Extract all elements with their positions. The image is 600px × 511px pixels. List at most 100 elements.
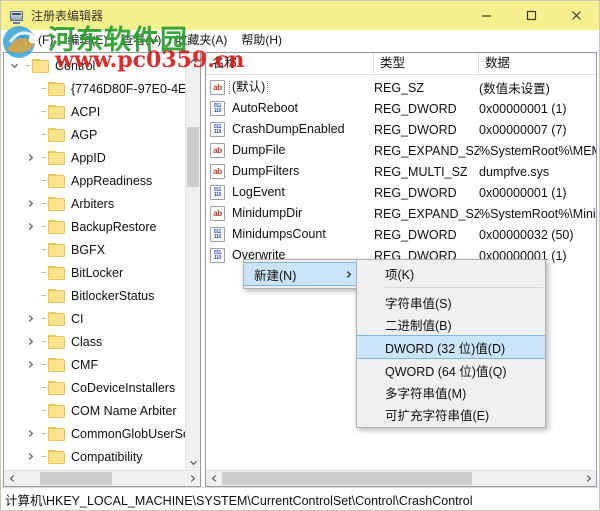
tree-hscroll-thumb[interactable] bbox=[40, 472, 112, 485]
tree-node[interactable]: BGFX bbox=[4, 238, 185, 261]
context-menu-item[interactable]: 项(K) bbox=[357, 262, 545, 284]
tree-connector-line bbox=[38, 387, 48, 388]
tree-connector-line bbox=[38, 433, 48, 434]
maximize-button[interactable] bbox=[509, 1, 554, 30]
menu-help[interactable]: 帮助(H) bbox=[234, 31, 289, 50]
tree-connector-line bbox=[38, 203, 48, 204]
table-row[interactable]: 011 110 LogEvent REG_DWORD 0x00000001 (1) bbox=[206, 182, 596, 203]
tree-scroll-track[interactable] bbox=[186, 69, 200, 454]
chevron-right-icon bbox=[28, 453, 33, 460]
tree-node[interactable]: Compatibility bbox=[4, 445, 185, 468]
table-row[interactable]: ab MinidumpDir REG_EXPAND_SZ %SystemRoot%\M… bbox=[206, 203, 596, 224]
tree-connector-line bbox=[38, 249, 48, 250]
tree-node-label: CI bbox=[71, 311, 84, 326]
menu-favorites[interactable]: 收藏夹(A) bbox=[168, 31, 234, 50]
tree-node[interactable]: ComputerName bbox=[4, 468, 185, 470]
tree-node[interactable]: AppID bbox=[4, 146, 185, 169]
tree-node-label: BGFX bbox=[71, 242, 106, 257]
context-menu-item-new[interactable]: 新建(N) bbox=[244, 262, 357, 286]
tree-node[interactable]: {7746D80F-97E0-4E26- bbox=[4, 77, 185, 100]
tree-node[interactable]: AGP bbox=[4, 123, 185, 146]
list-hscroll-thumb[interactable] bbox=[222, 472, 472, 485]
tree-connector-line bbox=[38, 134, 48, 135]
tree-node[interactable]: CoDeviceInstallers bbox=[4, 376, 185, 399]
tree-node[interactable]: BackupRestore bbox=[4, 215, 185, 238]
folder-icon bbox=[48, 104, 65, 119]
table-row[interactable]: 011 110 MinidumpsCount REG_DWORD 0x00000032 … bbox=[206, 224, 596, 245]
tree-expander-collapsed[interactable] bbox=[22, 199, 38, 208]
folder-icon bbox=[48, 242, 65, 257]
dword-value-icon: 011 110 bbox=[210, 227, 225, 242]
tree-connector-line bbox=[38, 341, 48, 342]
context-menu-item[interactable]: 字符串值(S) bbox=[357, 291, 545, 313]
chevron-left-icon bbox=[9, 475, 14, 482]
folder-icon bbox=[48, 196, 65, 211]
value-name: DumpFilters bbox=[232, 164, 300, 178]
tree-scroll-up-button[interactable] bbox=[186, 53, 200, 69]
tree-expander-expanded[interactable] bbox=[6, 61, 22, 70]
string-value-icon: ab bbox=[210, 80, 225, 95]
menu-edit[interactable]: 编辑(E) bbox=[60, 31, 114, 50]
tree-scroll-left-button[interactable] bbox=[4, 471, 20, 486]
tree-node[interactable]: CI bbox=[4, 307, 185, 330]
context-menu-item[interactable]: QWORD (64 位)值(Q) bbox=[357, 359, 545, 381]
tree-node-label: BitlockerStatus bbox=[71, 288, 155, 303]
context-menu-item[interactable]: 多字符串值(M) bbox=[357, 381, 545, 403]
tree-expander-collapsed[interactable] bbox=[22, 452, 38, 461]
values-column-headers: 名称 类型 数据 bbox=[206, 53, 596, 75]
title-bar: 注册表编辑器 bbox=[1, 1, 599, 30]
list-horizontal-scrollbar[interactable] bbox=[206, 470, 596, 486]
tree-expander-collapsed[interactable] bbox=[22, 153, 38, 162]
tree-expander-collapsed[interactable] bbox=[22, 429, 38, 438]
table-row[interactable]: 011 110 CrashDumpEnabled REG_DWORD 0x0000000… bbox=[206, 119, 596, 140]
chevron-right-icon bbox=[28, 200, 33, 207]
tree-expander-collapsed[interactable] bbox=[22, 222, 38, 231]
tree-hscroll-track[interactable] bbox=[20, 471, 184, 486]
context-menu-item[interactable]: DWORD (32 位)值(D) bbox=[357, 335, 545, 359]
tree-expander-collapsed[interactable] bbox=[22, 314, 38, 323]
value-type: REG_MULTI_SZ bbox=[374, 164, 468, 179]
value-name-cell: 011 110 LogEvent bbox=[206, 185, 374, 200]
tree-vertical-scrollbar[interactable] bbox=[185, 53, 200, 470]
table-row[interactable]: ab DumpFile REG_EXPAND_SZ %SystemRoot%\MEM bbox=[206, 140, 596, 161]
list-scroll-right-button[interactable] bbox=[580, 471, 596, 486]
tree-node[interactable]: CommonGlobUserSett bbox=[4, 422, 185, 445]
table-row[interactable]: 011 110 AutoReboot REG_DWORD 0x00000001 (1) bbox=[206, 98, 596, 119]
tree-expander-collapsed[interactable] bbox=[22, 360, 38, 369]
table-row[interactable]: ab (默认) REG_SZ (数值未设置) bbox=[206, 77, 596, 98]
close-icon bbox=[572, 11, 581, 20]
chevron-right-icon bbox=[190, 475, 195, 482]
column-header-data[interactable]: 数据 bbox=[479, 53, 596, 74]
value-type: REG_SZ bbox=[374, 80, 425, 95]
tree-expander-collapsed[interactable] bbox=[22, 337, 38, 346]
menu-view[interactable]: 查看(V) bbox=[114, 31, 168, 50]
tree-node[interactable]: Class bbox=[4, 330, 185, 353]
table-row[interactable]: ab DumpFilters REG_MULTI_SZ dumpfve.sys bbox=[206, 161, 596, 182]
tree-node[interactable]: Arbiters bbox=[4, 192, 185, 215]
tree-node[interactable]: AppReadiness bbox=[4, 169, 185, 192]
chevron-right-icon bbox=[28, 315, 33, 322]
column-header-type[interactable]: 类型 bbox=[374, 53, 479, 74]
tree-node[interactable]: Control bbox=[4, 54, 185, 77]
minimize-button[interactable] bbox=[464, 1, 509, 30]
tree-horizontal-scrollbar[interactable] bbox=[4, 470, 200, 486]
tree-node[interactable]: BitlockerStatus bbox=[4, 284, 185, 307]
tree-node[interactable]: COM Name Arbiter bbox=[4, 399, 185, 422]
chevron-right-icon bbox=[28, 430, 33, 437]
context-menu-item[interactable]: 二进制值(B) bbox=[357, 313, 545, 335]
context-menu-item[interactable]: 可扩充字符串值(E) bbox=[357, 403, 545, 425]
close-button[interactable] bbox=[554, 1, 599, 30]
tree-scroll-right-button[interactable] bbox=[184, 471, 200, 486]
tree-node[interactable]: ACPI bbox=[4, 100, 185, 123]
tree-node[interactable]: CMF bbox=[4, 353, 185, 376]
column-header-name[interactable]: 名称 bbox=[206, 53, 374, 74]
folder-icon bbox=[48, 380, 65, 395]
tree-node[interactable]: BitLocker bbox=[4, 261, 185, 284]
menu-file[interactable]: 文件(F) bbox=[7, 31, 60, 50]
tree-scroll-thumb[interactable] bbox=[187, 127, 199, 187]
tree-scroll-down-button[interactable] bbox=[186, 454, 200, 470]
list-scroll-left-button[interactable] bbox=[206, 471, 222, 486]
value-name-cell: ab (默认) bbox=[206, 80, 374, 95]
list-hscroll-track[interactable] bbox=[222, 471, 580, 486]
registry-tree[interactable]: Control {7746D80F-97E0-4E26- ACPI AGP AppID A… bbox=[4, 53, 185, 470]
